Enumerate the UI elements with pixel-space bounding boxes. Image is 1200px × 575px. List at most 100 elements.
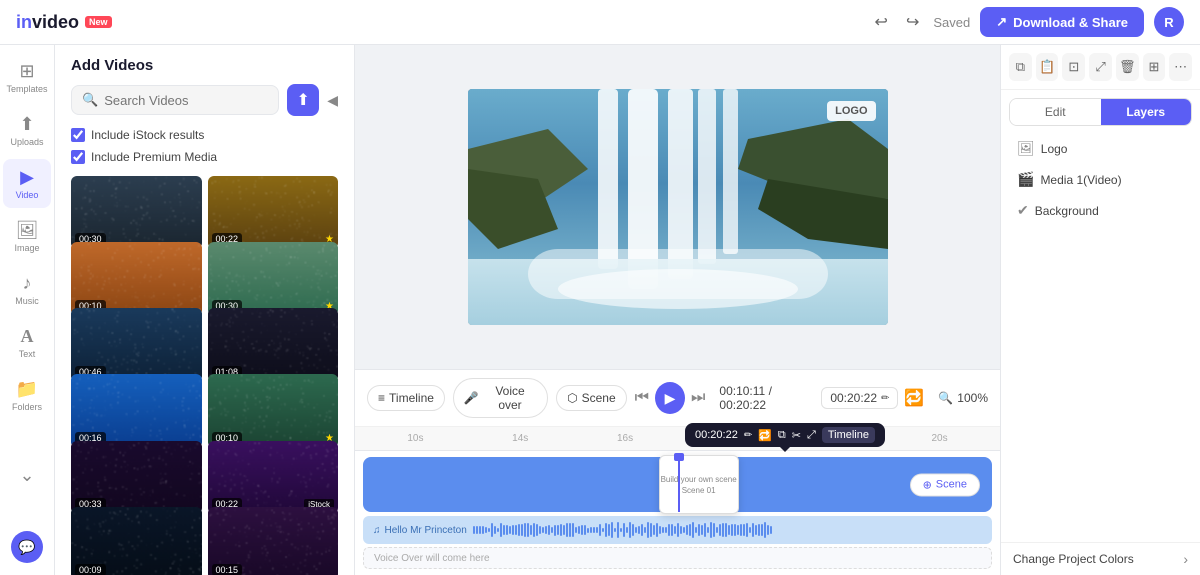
sidebar-item-uploads[interactable]: ⬆ Uploads: [3, 106, 51, 155]
wave-bar: [581, 525, 583, 535]
chat-button[interactable]: 💬: [11, 531, 43, 563]
wave-bar: [677, 523, 679, 537]
layer-bg-icon: ✔: [1017, 202, 1029, 219]
timeline-ruler: 10s 14s 16s 12s 16s 20s: [355, 427, 1000, 451]
play-button[interactable]: ▶: [655, 382, 685, 414]
wave-bar: [497, 528, 499, 532]
video-thumb-6[interactable]: 00:16: [71, 374, 202, 447]
sidebar-item-more[interactable]: ⌄: [3, 457, 51, 494]
scene-card[interactable]: Build your own scene Scene 01: [659, 455, 739, 514]
video-thumb-1[interactable]: 00:22★: [208, 176, 339, 249]
voiceover-track: Voice Over will come here: [363, 547, 992, 569]
sidebar-item-video[interactable]: ▶ Video: [3, 159, 51, 208]
wave-bar: [758, 524, 760, 536]
wave-bar: [488, 528, 490, 533]
wave-bar: [614, 528, 616, 533]
sidebar-item-templates[interactable]: ⊞ Templates: [3, 53, 51, 102]
tab-edit[interactable]: Edit: [1010, 99, 1101, 125]
video-thumb-0[interactable]: 00:30: [71, 176, 202, 249]
video-thumb-4[interactable]: 00:46: [71, 308, 202, 381]
audio-track[interactable]: ♫ Hello Mr Princeton: [363, 516, 992, 544]
wave-bar: [524, 523, 526, 537]
collapse-button[interactable]: ◀: [327, 92, 338, 109]
waterfall-svg: [468, 89, 888, 325]
download-icon: ↗: [996, 14, 1007, 30]
video-thumb-5[interactable]: 01:08: [208, 308, 339, 381]
voiceover-button[interactable]: 🎤 Voice over: [453, 378, 548, 418]
main-track[interactable]: Build your own scene Scene 01 ⊕ Scene: [363, 457, 992, 512]
video-thumb-2[interactable]: 00:10: [71, 242, 202, 315]
edit-icon-popup: ✏: [744, 430, 752, 441]
undo-button[interactable]: ↩: [871, 8, 892, 36]
wave-bar: [638, 526, 640, 534]
redo-button[interactable]: ↪: [902, 8, 923, 36]
video-thumb-3[interactable]: 00:30★: [208, 242, 339, 315]
more-icon: ⌄: [19, 465, 34, 486]
video-thumb-11[interactable]: 00:15: [208, 507, 339, 575]
upload-button[interactable]: ⬆: [287, 84, 319, 116]
scissors-icon-popup: ⤢: [807, 429, 816, 442]
next-button[interactable]: ⏭: [691, 389, 705, 407]
time-editable[interactable]: 00:20:22 ✏: [821, 387, 898, 409]
sidebar-item-text[interactable]: A Text: [3, 318, 51, 367]
layer-item-media1[interactable]: 🎬 Media 1(Video): [1009, 165, 1192, 194]
layer-item-background[interactable]: ✔ Background: [1009, 196, 1192, 225]
more-options-button[interactable]: ⋯: [1169, 53, 1192, 81]
video-thumb-10[interactable]: 00:09: [71, 507, 202, 575]
wave-bar: [680, 526, 682, 535]
ruler-mark: 20s: [887, 433, 992, 444]
paste-button[interactable]: 📋: [1036, 53, 1059, 81]
wave-bar: [737, 525, 739, 535]
delete-button[interactable]: 🗑: [1116, 53, 1139, 81]
copy-button[interactable]: ⧉: [1009, 53, 1032, 81]
wave-bar: [548, 525, 550, 535]
wave-bar: [710, 522, 712, 537]
search-input[interactable]: [104, 93, 268, 108]
topbar-left: invideo New: [16, 12, 112, 33]
ruler-marks: 10s 14s 16s 12s 16s 20s: [363, 433, 992, 444]
video-thumb-9[interactable]: 00:22iStock: [208, 441, 339, 514]
scene-button[interactable]: ⬡ Scene: [556, 385, 627, 411]
wave-bar: [560, 524, 562, 536]
wave-bar: [551, 527, 553, 532]
video-thumb-8[interactable]: 00:33: [71, 441, 202, 514]
wave-bar: [647, 522, 649, 538]
wave-bar: [587, 528, 589, 533]
expand-button[interactable]: ⤢: [1089, 53, 1112, 81]
user-avatar[interactable]: R: [1154, 7, 1184, 37]
wave-bar: [491, 523, 493, 537]
istock-checkbox[interactable]: [71, 128, 85, 142]
wave-bar: [665, 527, 667, 532]
uploads-icon: ⬆: [19, 114, 34, 135]
timeline-button[interactable]: ≡ Timeline: [367, 385, 445, 411]
scene-popup[interactable]: 00:20:22 ✏ 🔁 ⧉ ✂ ⤢ Timeline: [685, 423, 885, 447]
layer-item-logo[interactable]: 🖼 Logo: [1009, 134, 1192, 163]
templates-icon: ⊞: [19, 61, 34, 82]
change-project-colors[interactable]: Change Project Colors ›: [1001, 542, 1200, 575]
loop-icon-popup: 🔁: [758, 429, 772, 442]
wave-bar: [629, 522, 631, 538]
premium-checkbox[interactable]: [71, 150, 85, 164]
thumb-duration: 00:09: [75, 564, 106, 575]
wave-bar: [599, 524, 601, 535]
cut-icon-popup: ✂: [792, 429, 801, 442]
loop-button[interactable]: 🔁: [904, 388, 924, 408]
scene-add-button[interactable]: ⊕ Scene: [910, 473, 980, 496]
sidebar-item-folders[interactable]: 📁 Folders: [3, 371, 51, 420]
tab-layers[interactable]: Layers: [1101, 99, 1192, 125]
prev-button[interactable]: ⏮: [635, 389, 649, 407]
wave-bar: [575, 527, 577, 532]
istock-checkbox-row: Include iStock results: [55, 124, 354, 146]
download-share-button[interactable]: ↗ Download & Share: [980, 7, 1144, 37]
play-controls: ⏮ ▶ ⏭ 00:10:11 / 00:20:22 00:20:22 ✏ 🔁 �: [635, 382, 988, 414]
video-thumb-7[interactable]: 00:10★: [208, 374, 339, 447]
wave-bar: [761, 524, 763, 536]
timeline-section: ≡ Timeline 🎤 Voice over ⬡ Scene ⏮ ▶ ⏭ 00…: [355, 369, 1000, 575]
search-icon: 🔍: [82, 92, 98, 108]
grid-button[interactable]: ⊞: [1143, 53, 1166, 81]
crop-button[interactable]: ⊡: [1062, 53, 1085, 81]
sidebar-item-music[interactable]: ♪ Music: [3, 265, 51, 314]
sidebar-item-image[interactable]: 🖼 Image: [3, 212, 51, 261]
new-badge: New: [85, 16, 112, 28]
wave-bar: [509, 526, 511, 534]
